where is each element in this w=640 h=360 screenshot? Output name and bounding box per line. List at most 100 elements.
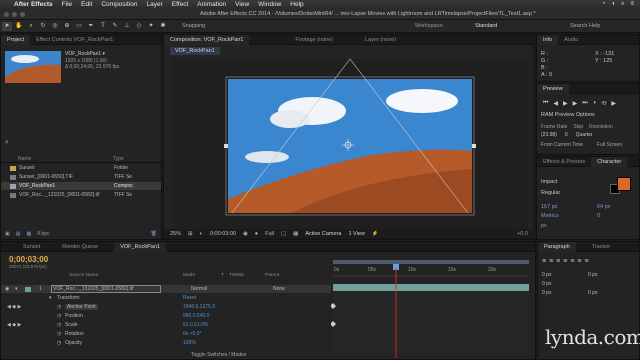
next-frame-icon[interactable]: ▶ [573,100,578,107]
interpret-footage-icon[interactable]: ▣ [5,231,10,237]
column-track-t[interactable]: T [221,273,229,278]
tab-sunset[interactable]: Sunset [1,242,46,252]
property-row[interactable]: ◀ ◆ ▶ ◷ Anchor Point 1946.5,1375.0 [1,303,331,311]
parent-select[interactable]: None [273,286,285,292]
tab-tracker[interactable]: Tracker [586,242,616,252]
pen-tool-icon[interactable]: ✒ [86,22,96,31]
puppet-tool-icon[interactable]: ✱ [158,22,168,31]
tracking-field[interactable]: 0 [597,213,600,219]
stopwatch-icon[interactable]: ◷ [57,304,65,310]
minimize-window-button[interactable] [12,12,17,17]
snapshot-icon[interactable]: ◉ [243,231,248,237]
tab-info[interactable]: Info [537,34,559,45]
menu-effect[interactable]: Effect [172,1,189,8]
last-frame-icon[interactable]: ⏭ [582,100,587,107]
mask-visibility-icon[interactable]: ◐ [200,231,203,237]
property-value[interactable]: 960.0,540.0 [183,313,209,319]
loop-icon[interactable]: ⟲ [601,100,606,107]
exposure-value[interactable]: +0.0 [517,231,534,237]
layer-row[interactable]: ◉ ▾ 1 VOF_Roc..._131025_[0001-0582].tif … [1,285,331,293]
column-source-name[interactable]: Source Name [69,273,183,278]
clone-stamp-tool-icon[interactable]: ⊥ [122,22,132,31]
workspace-select[interactable]: Standard [475,23,497,29]
tab-effects-presets[interactable]: Effects & Presets [537,157,591,167]
kerning-select[interactable]: Metrics [541,213,559,219]
first-line-indent-field[interactable]: 0 px [542,281,551,287]
snapping-label[interactable]: Snapping [182,23,205,29]
bit-depth-button[interactable]: 8 bpc [37,231,49,237]
skip-field[interactable]: 0 [565,132,568,138]
label-color-swatch[interactable] [25,286,31,292]
hand-tool-icon[interactable]: ✋ [14,22,24,31]
tab-effect-controls[interactable]: Effect Controls VOF_RockPan1 [30,35,119,45]
tab-project[interactable]: Project [1,34,31,45]
grid-icon[interactable]: ⊞ [188,231,193,237]
ram-preview-options-select[interactable]: RAM Preview Options [541,112,595,118]
resolution-select[interactable]: Quarter [576,132,593,138]
audio-icon[interactable]: ◖ [593,100,597,107]
ram-preview-icon[interactable]: ▶ [611,100,616,107]
font-family-select[interactable]: Impact [541,179,558,185]
property-row[interactable]: ◷ Position 960.0,540.0 [1,312,331,320]
expand-transform-icon[interactable]: ▾ [49,295,57,301]
property-row[interactable]: ◷ Opacity 100% [1,339,331,347]
keyframe-nav-icon[interactable]: ◀ ◆ ▶ [7,304,33,310]
menu-layer[interactable]: Layer [146,1,162,8]
tab-vof-rockpan1[interactable]: VOF_RockPan1 [114,241,166,252]
full-screen-checkbox[interactable]: Full Screen [597,142,622,148]
tab-footage[interactable]: Footage (none) [289,35,339,45]
from-current-time-checkbox[interactable]: From Current Time [541,142,583,148]
tab-audio[interactable]: Audio [558,35,584,45]
toggle-switches-modes-button[interactable]: Toggle Switches / Modes [191,352,246,358]
list-icon[interactable]: ≡ [630,1,634,8]
composition-navigator-tab[interactable]: VOF_RockPan1 [170,47,220,55]
new-composition-icon[interactable]: ▦ [26,231,31,237]
tab-character[interactable]: Character [591,156,628,167]
camera-tool-icon[interactable]: ◎ [50,22,60,31]
magnification-select[interactable]: 25% [170,231,181,237]
column-type[interactable]: Type [113,156,124,162]
property-value[interactable]: 51.0,51.0% [183,322,208,328]
project-item[interactable]: VOF_RockPan1 Compos [1,182,161,190]
stopwatch-icon[interactable]: ◷ [57,313,65,319]
tab-paragraph[interactable]: Paragraph [538,241,576,252]
indent-left-field[interactable]: 0 px [542,272,551,278]
transparency-grid-icon[interactable]: ▦ [293,231,298,237]
roto-brush-tool-icon[interactable]: ✦ [146,22,156,31]
menu-window[interactable]: Window [258,1,281,8]
type-tool-icon[interactable]: T [98,22,108,31]
leading-field[interactable]: 64 px [597,204,610,210]
project-item[interactable]: VOF_Roc..._131025_[0001-0582].tif TIFF S… [1,191,161,199]
font-style-select[interactable]: Regular [541,190,560,196]
column-trkmat[interactable]: TrkMat [229,273,265,278]
stopwatch-icon[interactable]: ◷ [57,331,65,337]
view-layout-select[interactable]: 1 View [348,231,364,237]
alignment-buttons[interactable]: ≡≡≡≡≡≡≡ [542,258,592,265]
eraser-tool-icon[interactable]: ◇ [134,22,144,31]
menu-file[interactable]: File [62,1,72,8]
stopwatch-icon[interactable]: ◷ [57,322,65,328]
property-value[interactable]: 0x +0.0° [183,331,202,337]
tab-composition[interactable]: Composition: VOF_RockPan1 [164,34,250,45]
column-mode[interactable]: Mode [183,273,221,278]
menu-composition[interactable]: Composition [101,1,137,8]
first-frame-icon[interactable]: ⏮ [543,100,548,107]
property-value[interactable]: 100% [183,340,196,346]
menu-edit[interactable]: Edit [81,1,92,8]
stroke-width-field[interactable]: px [541,223,547,229]
channel-icon[interactable]: ● [255,231,258,237]
current-time-display[interactable]: 0:00:03:00 [210,231,236,237]
rectangle-tool-icon[interactable]: ▭ [74,22,84,31]
property-row[interactable]: ◷ Rotation 0x +0.0° [1,330,331,338]
wifi-icon[interactable]: ◔ [602,1,606,8]
blend-mode-select[interactable]: Normal [191,286,237,292]
rotate-tool-icon[interactable]: ↻ [38,22,48,31]
column-parent[interactable]: Parent [265,273,279,278]
space-before-field[interactable]: 0 px [542,290,551,296]
search-help-input[interactable]: Search Help [570,23,600,29]
layer-name[interactable]: VOF_Roc..._131025_[0001-0582].tif [51,285,161,293]
tab-preview[interactable]: Preview [537,83,569,94]
menu-view[interactable]: View [235,1,249,8]
stopwatch-icon[interactable]: ◷ [57,340,65,346]
project-search-icon[interactable]: ⌕ [5,139,9,147]
